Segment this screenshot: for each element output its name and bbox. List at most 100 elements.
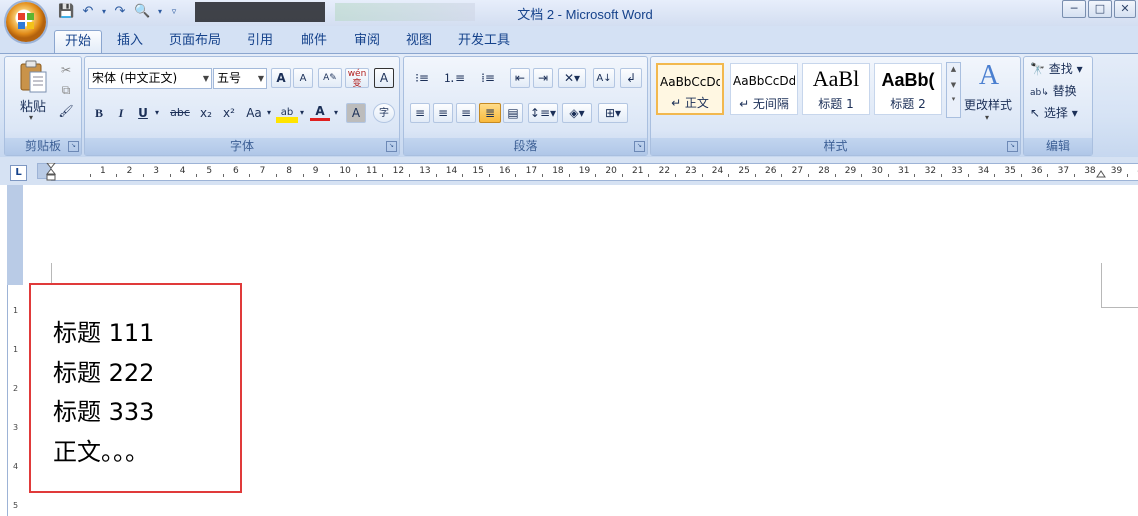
replace-button[interactable]: ab↳ 替换 [1030,82,1077,99]
sort-icon[interactable]: A↓ [593,68,615,88]
margin-corner-tl [38,263,52,284]
multilevel-list-icon[interactable]: ⁞≡ [476,68,500,88]
align-left-icon[interactable]: ≡ [410,103,430,123]
tab-insert[interactable]: 插入 [108,30,152,52]
change-styles-dropdown-icon[interactable]: ▾ [985,113,989,122]
dialog-launcher-icon[interactable]: ↘ [68,141,79,152]
style-normal[interactable]: AaBbCcDd ↵ 正文 [656,63,724,115]
chevron-down-icon[interactable]: ▾ [265,103,273,123]
styles-scroll[interactable]: ▲ ▼ ▾ [946,62,961,118]
clear-format-button[interactable]: A✎ [318,68,342,88]
save-icon[interactable]: 💾 [58,4,74,20]
align-center-icon[interactable]: ≡ [433,103,453,123]
underline-button[interactable]: U [134,103,152,123]
ruler-tick [302,174,304,177]
style-heading-2[interactable]: AaBb( 标题 2 [874,63,942,115]
horizontal-ruler[interactable]: 1 2 3 4 5 6 7 8 9 10 11 12 13 14 15 16 17 18 19 20 21 22 23 24 2… [51,163,1138,181]
tab-home[interactable]: 开始 [54,30,102,53]
strikethrough-button[interactable]: abc [168,103,192,123]
tab-selector[interactable]: L [10,165,27,181]
minimize-button[interactable]: ─ [1062,0,1086,18]
numbering-icon[interactable]: ⒈≡ [442,68,466,88]
copy-icon[interactable]: ⧉ [58,80,74,100]
chevron-up-icon[interactable]: ▲ [947,65,960,73]
highlight-button[interactable]: ab [276,103,298,123]
grow-font-button[interactable]: A [271,68,291,88]
tab-view[interactable]: 视图 [397,30,441,52]
styles-dialog-launcher-icon[interactable]: ↘ [1007,141,1018,152]
tab-developer[interactable]: 开发工具 [452,30,516,52]
line-spacing-icon[interactable]: ↕≡▾ [528,103,558,123]
subscript-button[interactable]: x₂ [196,103,216,123]
select-button[interactable]: ↖ 选择 ▾ [1030,104,1078,121]
change-case-button[interactable]: Aa [243,103,265,123]
bold-button[interactable]: B [90,103,108,123]
font-size-value: 五号 [217,71,242,85]
decrease-indent-icon[interactable]: ⇤ [510,68,530,88]
shading-icon[interactable]: ◈▾ [562,103,592,123]
tab-page-layout[interactable]: 页面布局 [163,30,227,52]
superscript-button[interactable]: x² [219,103,239,123]
tab-review[interactable]: 审阅 [345,30,389,52]
ruler-tick-label: 8 [286,166,292,176]
chevron-down-icon[interactable]: ▾ [332,103,340,123]
chevron-down-icon[interactable]: ▼ [947,81,960,89]
ruler-tick [541,174,543,177]
font-name-combo[interactable]: 宋体 (中文正文) ▼ [88,68,212,89]
ruler-tick-label: 7 [259,166,266,176]
distributed-icon[interactable]: ▤ [503,103,523,123]
close-button[interactable]: ✕ [1114,0,1136,18]
font-color-button[interactable]: A [310,103,330,121]
redo-icon[interactable]: ↷ [112,4,128,20]
tab-references[interactable]: 引用 [238,30,282,52]
paragraph-dialog-launcher-icon[interactable]: ↘ [634,141,645,152]
ruler-tick-label: 21 [632,166,644,176]
indent-marker-icon[interactable] [45,162,57,181]
undo-icon[interactable]: ↶ [80,4,96,20]
customize-qat-icon[interactable]: ▿ [166,4,182,20]
chevron-down-icon[interactable]: ▾ [298,103,306,123]
vruler-tick-label: 5 [13,501,19,510]
office-button[interactable] [6,2,46,42]
chevron-down-icon[interactable]: ▾ [152,103,162,123]
format-painter-icon[interactable]: 🖌 [58,101,74,121]
paste-icon[interactable] [16,60,50,94]
italic-button[interactable]: I [112,103,130,123]
style-no-spacing[interactable]: AaBbCcDd ↵ 无间隔 [730,63,798,115]
style-heading-1[interactable]: AaBl 标题 1 [802,63,870,115]
paste-dropdown-icon[interactable]: ▾ [29,113,33,122]
ruler-tick-label: 25 [738,166,750,176]
chinese-layout-icon[interactable]: ✕▾ [558,68,586,88]
borders-icon[interactable]: ⊞▾ [598,103,628,123]
undo-dropdown-icon[interactable]: ▾ [96,4,112,20]
find-button[interactable]: 🔭 查找 ▾ [1030,60,1083,77]
right-indent-marker-icon[interactable] [1096,167,1106,178]
more-icon[interactable]: ▾ [947,95,960,103]
change-styles-icon[interactable]: A [972,60,1006,94]
font-dialog-launcher-icon[interactable]: ↘ [386,141,397,152]
enclose-char-button[interactable]: 字 [373,103,395,123]
cut-icon[interactable]: ✂ [58,60,74,80]
tab-mailings[interactable]: 邮件 [292,30,336,52]
ruler-tick [940,174,942,177]
show-marks-icon[interactable]: ↲ [620,68,642,88]
align-right-icon[interactable]: ≡ [456,103,476,123]
maximize-button[interactable]: □ [1088,0,1112,18]
ruler-tick-label: 38 [1084,166,1096,176]
vruler-tick-label: 3 [13,423,19,432]
phonetic-guide-button[interactable]: wén 变 [345,68,369,89]
shrink-font-button[interactable]: A [293,68,313,88]
ruler-tick [595,174,597,177]
increase-indent-icon[interactable]: ⇥ [533,68,553,88]
justify-icon[interactable]: ≣ [479,103,501,123]
ruler-tick [462,174,464,177]
change-styles-label[interactable]: 更改样式 [964,96,1012,113]
ruler-tick [1047,174,1049,177]
bullets-icon[interactable]: ⁝≡ [410,68,434,88]
ruler-tick [116,174,118,177]
char-border-button[interactable]: A [374,68,394,88]
char-shading-button[interactable]: A [346,103,366,123]
font-size-combo[interactable]: 五号 ▼ [213,68,267,89]
ruler-tick-label: 37 [1057,166,1070,176]
print-preview-icon[interactable]: 🔍 [134,4,150,20]
